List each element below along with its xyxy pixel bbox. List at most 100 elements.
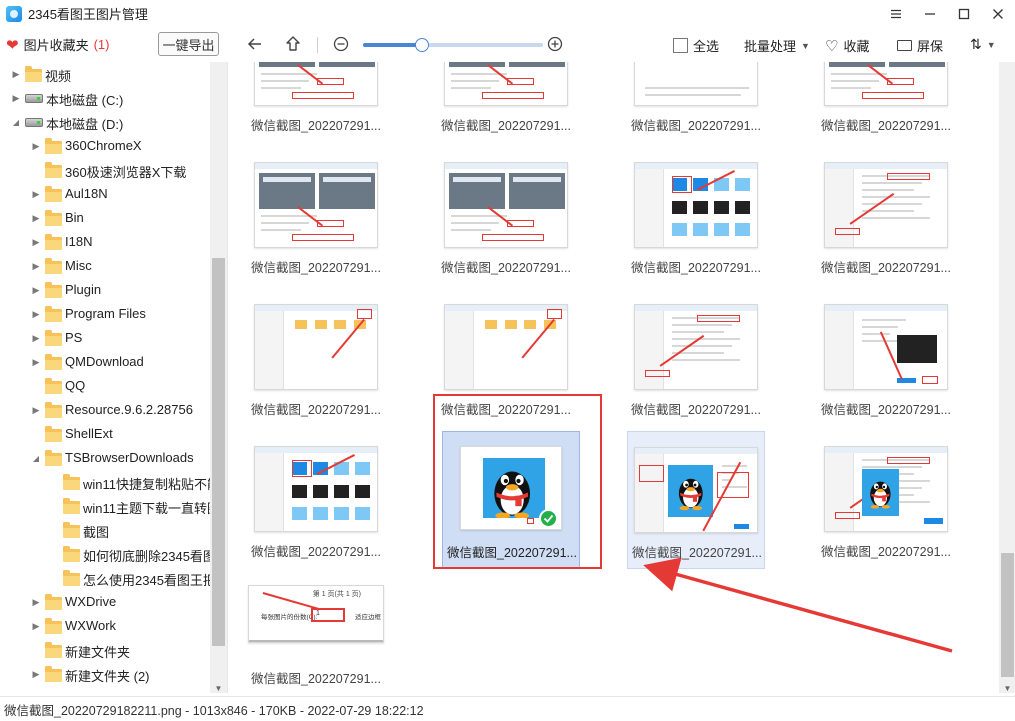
chevron-right-icon[interactable]: ▶: [31, 597, 41, 607]
chevron-right-icon[interactable]: ▶: [31, 405, 41, 415]
tree-item[interactable]: ▶ Plugin: [0, 278, 210, 302]
thumbnail-image[interactable]: [824, 62, 948, 106]
back-icon[interactable]: [244, 33, 266, 55]
chevron-right-icon[interactable]: ▶: [31, 333, 41, 343]
thumbnail-item[interactable]: 微信截图_202207291...: [627, 62, 765, 143]
thumbnail-image[interactable]: [634, 162, 758, 248]
tree-item[interactable]: ▶ WXWork: [0, 614, 210, 638]
zoom-slider[interactable]: [363, 38, 543, 52]
close-icon[interactable]: [981, 0, 1015, 27]
minimize-icon[interactable]: [913, 0, 947, 27]
tree-item[interactable]: ▶ Resource.9.6.2.28756: [0, 398, 210, 422]
zoom-slider-thumb[interactable]: [415, 38, 430, 52]
thumbnail-image[interactable]: [254, 162, 378, 248]
thumbnail-item[interactable]: 微信截图_202207291...: [437, 62, 575, 143]
folder-icon: [45, 450, 62, 466]
chevron-down-icon[interactable]: ◢: [11, 117, 21, 127]
thumbnail-item[interactable]: 微信截图_202207291...: [817, 147, 955, 285]
tree-item[interactable]: 截图: [0, 518, 210, 542]
tree-item[interactable]: win11快捷复制粘贴不能: [0, 470, 220, 494]
mock-text-line: [451, 221, 499, 224]
thumbnail-item[interactable]: 微信截图_202207291...: [247, 62, 385, 143]
chevron-right-icon[interactable]: ▶: [31, 621, 41, 631]
chevron-right-icon[interactable]: ▶: [31, 213, 41, 223]
tree-item[interactable]: 怎么使用2345看图王把图: [0, 566, 227, 590]
scroll-down-icon[interactable]: ▼: [212, 681, 225, 695]
thumbnail-image[interactable]: [634, 447, 758, 533]
tree-item[interactable]: ◢ 本地磁盘 (D:): [0, 110, 210, 134]
maximize-icon[interactable]: [947, 0, 981, 27]
collect-button[interactable]: ♡ 收藏: [825, 36, 869, 55]
thumbnail-image[interactable]: [824, 162, 948, 248]
zoom-in-icon[interactable]: [544, 33, 566, 55]
tree-item[interactable]: ▶ 新建文件夹 (2): [0, 662, 210, 686]
sort-button[interactable]: ⇅ ▼: [970, 36, 996, 53]
thumbnail-item[interactable]: 微信截图_202207291...: [817, 431, 955, 569]
tree-item[interactable]: 新建文件夹: [0, 638, 210, 662]
tree-item[interactable]: ▶ 视频: [0, 62, 210, 86]
zoom-out-icon[interactable]: [330, 33, 352, 55]
tree-item[interactable]: ▶ QMDownload: [0, 350, 210, 374]
chevron-right-icon[interactable]: ▶: [31, 309, 41, 319]
scroll-down-icon[interactable]: ▼: [1001, 681, 1014, 695]
thumbnail-item[interactable]: 微信截图_202207291...: [627, 289, 765, 427]
tree-item[interactable]: ▶ PS: [0, 326, 210, 350]
tree-item[interactable]: ShellExt: [0, 422, 210, 446]
thumbnail-image[interactable]: [254, 62, 378, 106]
tree-item[interactable]: 如何彻底删除2345看图王: [0, 542, 227, 566]
screensaver-button[interactable]: 屏保: [897, 36, 943, 55]
thumbnail-item[interactable]: 微信截图_202207291...: [817, 62, 955, 143]
thumbnail-item[interactable]: 微信截图_202207291...: [627, 147, 765, 285]
chevron-right-icon[interactable]: ▶: [31, 357, 41, 367]
menu-icon[interactable]: [879, 0, 913, 27]
thumbnail-image[interactable]: [444, 304, 568, 390]
thumbnail-image[interactable]: [444, 62, 568, 106]
folder-icon: [45, 666, 62, 682]
chevron-right-icon[interactable]: ▶: [31, 261, 41, 271]
favorites-button[interactable]: ❤ 图片收藏夹 (1): [6, 35, 109, 54]
thumbnail-image[interactable]: [254, 446, 378, 532]
thumbnail-item[interactable]: 微信截图_202207291...: [247, 147, 385, 285]
thumbnail-image[interactable]: [824, 304, 948, 390]
thumbnail-item[interactable]: 微信截图_202207291...: [437, 147, 575, 285]
chevron-right-icon[interactable]: ▶: [31, 141, 41, 151]
select-all-checkbox[interactable]: 全选: [673, 36, 719, 55]
thumbnail-item[interactable]: 微信截图_202207291...: [247, 431, 385, 569]
tree-item[interactable]: ▶ Aul18N: [0, 182, 210, 206]
thumbnail-item[interactable]: 第 1 页(共 1 页) 每张图片的份数(C): 1 适应边框 微信截图_2022072…: [247, 573, 385, 693]
export-button[interactable]: 一键导出: [158, 32, 219, 56]
thumbnail-image[interactable]: [824, 446, 948, 532]
tree-item[interactable]: ▶ 360ChromeX: [0, 134, 210, 158]
thumbnail-image[interactable]: [634, 304, 758, 390]
tree-item[interactable]: 360极速浏览器X下载: [0, 158, 210, 182]
chevron-right-icon[interactable]: ▶: [31, 189, 41, 199]
tree-item[interactable]: ▶ I18N: [0, 230, 210, 254]
tree-item[interactable]: ▶ Misc: [0, 254, 210, 278]
grid-scrollbar-thumb[interactable]: [1001, 553, 1014, 677]
tree-item[interactable]: ▶ Program Files: [0, 302, 210, 326]
thumbnail-image[interactable]: [254, 304, 378, 390]
batch-process-button[interactable]: 批量处理 ▼: [744, 36, 810, 55]
up-folder-icon[interactable]: [282, 33, 304, 55]
tree-item[interactable]: ▶ WXDrive: [0, 590, 210, 614]
thumbnail-grid: 微信截图_202207291... 微信截图_202207291... 微信截图_2…: [228, 62, 1000, 693]
sidebar-scrollbar-thumb[interactable]: [212, 258, 225, 646]
red-box-mark: [921, 376, 938, 385]
thumbnail-image[interactable]: [634, 62, 758, 106]
chevron-right-icon[interactable]: ▶: [31, 285, 41, 295]
chevron-down-icon[interactable]: ◢: [31, 453, 41, 463]
thumbnail-image[interactable]: [444, 162, 568, 248]
chevron-right-icon[interactable]: ▶: [31, 669, 41, 679]
thumbnail-image[interactable]: 第 1 页(共 1 页) 每张图片的份数(C): 1 适应边框: [248, 585, 384, 643]
thumbnail-item[interactable]: 微信截图_202207291...: [817, 289, 955, 427]
chevron-right-icon[interactable]: ▶: [11, 93, 21, 103]
chevron-right-icon[interactable]: ▶: [31, 237, 41, 247]
chevron-right-icon[interactable]: ▶: [11, 69, 21, 79]
thumbnail-item[interactable]: 微信截图_202207291...: [247, 289, 385, 427]
thumbnail-item[interactable]: 微信截图_202207291...: [627, 431, 765, 569]
tree-item[interactable]: ▶ 本地磁盘 (C:): [0, 86, 210, 110]
tree-item[interactable]: ▶ Bin: [0, 206, 210, 230]
tree-item[interactable]: ◢ TSBrowserDownloads: [0, 446, 210, 470]
tree-item[interactable]: win11主题下载一直转圈: [0, 494, 220, 518]
tree-item[interactable]: QQ: [0, 374, 210, 398]
